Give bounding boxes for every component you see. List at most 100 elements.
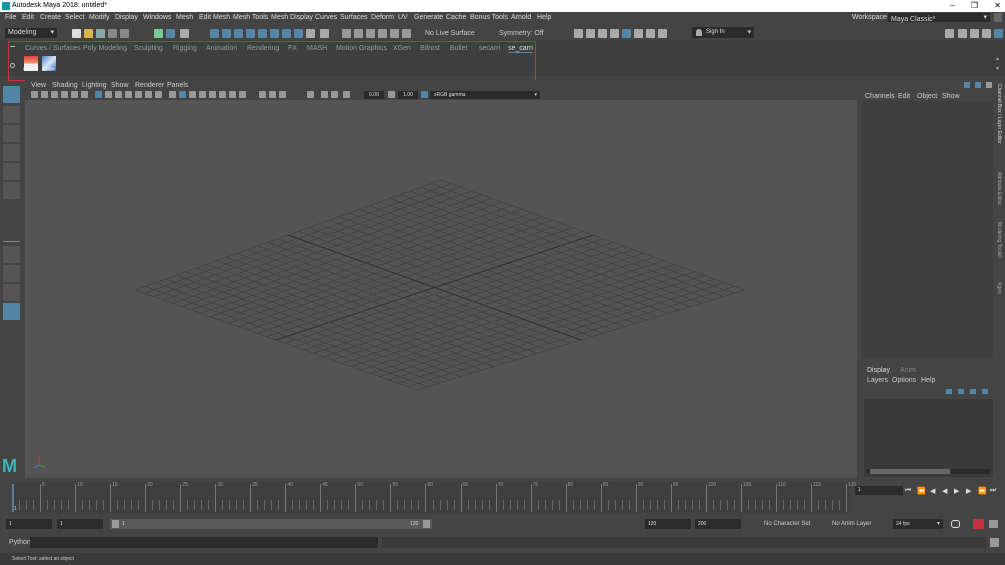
command-language-label[interactable]: Python [9, 539, 31, 546]
channel-box-help-icon[interactable] [975, 82, 981, 88]
bookmark-icon[interactable] [51, 91, 58, 98]
gate-mask-icon[interactable] [125, 91, 132, 98]
persp-outliner-layout-icon[interactable] [3, 284, 20, 301]
menu-arnold[interactable]: Arnold [511, 14, 531, 21]
pose-editor-icon[interactable] [646, 29, 655, 38]
view-transform-dropdown[interactable]: sRGB gamma ▾ [430, 91, 540, 99]
menu-create[interactable]: Create [40, 14, 61, 21]
panel-menu-show[interactable]: Show [111, 82, 129, 89]
outliner-icon[interactable] [586, 29, 595, 38]
channel-box-toggle-icon[interactable] [964, 82, 970, 88]
layer-scrollbar[interactable] [866, 469, 990, 474]
xray-icon[interactable] [269, 91, 276, 98]
persp-graph-layout-icon[interactable] [3, 303, 20, 320]
menu-mesh-tools[interactable]: Mesh Tools [233, 14, 268, 21]
new-layer-selected-icon[interactable] [982, 389, 988, 394]
chevron-up-icon[interactable]: ▲ [995, 56, 1000, 62]
snap-point-icon[interactable] [234, 29, 243, 38]
playback-end-field[interactable]: 120 [645, 519, 691, 529]
chevron-down-icon[interactable]: ▼ [995, 66, 1000, 72]
range-start-handle[interactable] [112, 520, 119, 528]
channel-menu-show[interactable]: Show [942, 93, 960, 100]
animation-start-field[interactable]: 1 [6, 519, 52, 529]
menu-modify[interactable]: Modify [89, 14, 110, 21]
layer-scrollbar-thumb[interactable] [870, 469, 950, 474]
layer-editor-icon[interactable] [994, 29, 1003, 38]
select-tool-icon[interactable] [3, 86, 20, 103]
menu-curves[interactable]: Curves [315, 14, 337, 21]
panel-menu-lighting[interactable]: Lighting [82, 82, 107, 89]
smooth-shade-icon[interactable] [179, 91, 186, 98]
step-forward-key-icon[interactable]: ⏩ [978, 487, 987, 495]
four-view-layout-icon[interactable] [3, 265, 20, 282]
ipr-render-icon[interactable] [354, 29, 363, 38]
camera-attrs-icon[interactable] [41, 91, 48, 98]
film-gate-icon[interactable] [105, 91, 112, 98]
menu-help[interactable]: Help [537, 14, 551, 21]
channel-box-float-icon[interactable] [986, 82, 992, 88]
attribute-editor-icon[interactable] [958, 29, 967, 38]
fps-dropdown[interactable]: 24 fps ▾ [893, 519, 943, 529]
safe-title-icon[interactable] [155, 91, 162, 98]
menu-cache[interactable]: Cache [446, 14, 466, 21]
layer-tab-anim[interactable]: Anim [900, 367, 916, 374]
gamma-field[interactable]: 1.00 [398, 91, 418, 99]
range-slider[interactable]: 1 120 [110, 519, 432, 529]
menu-mesh-display[interactable]: Mesh Display [271, 14, 313, 21]
camera-select-icon[interactable] [31, 91, 38, 98]
new-scene-icon[interactable] [72, 29, 81, 38]
motion-blur-icon[interactable] [239, 91, 246, 98]
lock-icon[interactable] [994, 13, 1002, 22]
render-frame-icon[interactable] [342, 29, 351, 38]
side-tab-channel-box[interactable]: Channel Box / Layer Editor [996, 84, 1002, 144]
hypershade-icon[interactable] [378, 29, 387, 38]
side-tab-modeling-toolkit[interactable]: Modeling Toolkit [996, 222, 1002, 258]
rotate-tool-icon[interactable] [3, 163, 20, 180]
character-set-label[interactable]: No Character Set [764, 521, 810, 527]
grid-toggle-icon[interactable] [95, 91, 102, 98]
menu-display[interactable]: Display [115, 14, 138, 21]
resolution-gate-icon[interactable] [115, 91, 122, 98]
script-editor-icon[interactable] [990, 538, 999, 547]
anim-preferences-icon[interactable] [989, 520, 998, 528]
workspace-dropdown[interactable]: Maya Classic* ▾ [888, 13, 990, 23]
play-backward-icon[interactable]: ◀ [942, 487, 947, 495]
minimize-icon[interactable]: – [950, 1, 954, 10]
channel-menu-object[interactable]: Object [917, 93, 937, 100]
select-hierarchy-icon[interactable] [154, 29, 163, 38]
anim-layer-label[interactable]: No Anim Layer [832, 521, 871, 527]
move-layer-up-icon[interactable] [946, 389, 952, 394]
layer-menu-help[interactable]: Help [921, 377, 935, 384]
command-input[interactable] [30, 537, 378, 548]
2d-pan-zoom-icon[interactable] [71, 91, 78, 98]
layer-list[interactable] [864, 399, 993, 477]
menu-bonus-tools[interactable]: Bonus Tools [470, 14, 508, 21]
exposure-icon[interactable] [343, 91, 350, 98]
go-to-start-icon[interactable]: ⏮ [905, 487, 911, 495]
menu-mesh[interactable]: Mesh [176, 14, 193, 21]
node-editor-icon[interactable] [610, 29, 619, 38]
snap-curve-icon[interactable] [222, 29, 231, 38]
gamma-icon[interactable] [388, 91, 395, 98]
panel-menu-panels[interactable]: Panels [167, 82, 188, 89]
sign-in-button[interactable]: Sign In ▾ [692, 27, 754, 38]
image-plane-icon[interactable] [61, 91, 68, 98]
panel-layout-icon[interactable] [574, 29, 583, 38]
scale-tool-icon[interactable] [3, 182, 20, 199]
open-scene-icon[interactable] [84, 29, 93, 38]
viewport[interactable] [25, 80, 857, 478]
graph-editor-icon[interactable] [598, 29, 607, 38]
menu-set-dropdown[interactable]: Modeling ▾ [5, 28, 57, 38]
render-lock-icon[interactable] [306, 29, 315, 38]
live-surface-label[interactable]: No Live Surface [425, 30, 475, 37]
camera-sequencer-icon[interactable] [622, 29, 631, 38]
menu-generate[interactable]: Generate [414, 14, 443, 21]
arnold-render-icon[interactable] [390, 29, 399, 38]
menu-edit[interactable]: Edit [22, 14, 34, 21]
construction-history-icon[interactable] [294, 29, 303, 38]
tool-settings-icon[interactable] [970, 29, 979, 38]
step-back-key-icon[interactable]: ⏪ [917, 487, 926, 495]
safe-action-icon[interactable] [145, 91, 152, 98]
lasso-tool-icon[interactable] [3, 106, 20, 123]
layer-tab-display[interactable]: Display [867, 367, 890, 374]
